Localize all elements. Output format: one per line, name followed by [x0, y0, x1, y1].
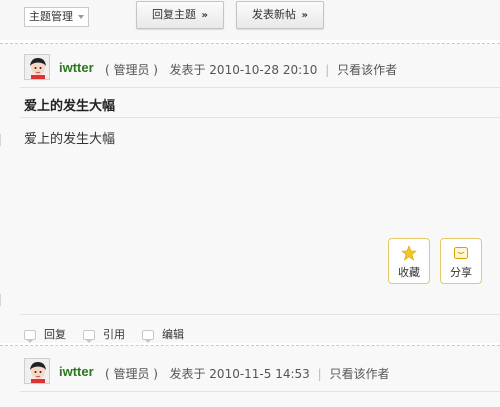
double-chevron-icon: »: [301, 10, 308, 21]
posted-prefix: 发表于: [169, 367, 206, 381]
edit-link[interactable]: 编辑: [142, 326, 184, 343]
new-post-button[interactable]: 发表新帖 »: [236, 1, 324, 29]
reply-link[interactable]: 回复: [24, 326, 66, 343]
author-role: ( 管理员 ): [105, 367, 158, 381]
chevron-down-icon: [78, 15, 84, 19]
post-meta: ( 管理员 ) 发表于 2010-11-5 14:53 | 只看该作者: [105, 365, 390, 382]
post-datetime: 2010-11-5 14:53: [209, 367, 310, 381]
edit-label: 编辑: [162, 328, 184, 341]
only-author-link[interactable]: 只看该作者: [330, 367, 390, 381]
author-role: ( 管理员 ): [105, 63, 158, 77]
favorite-label: 收藏: [398, 266, 420, 279]
share-button[interactable]: 分享: [440, 238, 482, 284]
quote-icon: [83, 330, 95, 343]
divider: [20, 87, 500, 88]
reply-topic-button[interactable]: 回复主题 »: [136, 1, 224, 29]
meta-separator: |: [317, 367, 322, 381]
meta-separator: |: [325, 63, 330, 77]
quote-link[interactable]: 引用: [83, 326, 125, 343]
share-icon: [454, 247, 468, 259]
thread-toolbar: 主题管理 回复主题 » 发表新帖 »: [0, 0, 500, 40]
post-datetime: 2010-10-28 20:10: [209, 63, 318, 77]
share-label: 分享: [450, 266, 472, 279]
divider: [0, 43, 500, 44]
topic-manage-label: 主题管理: [29, 10, 73, 23]
reply-topic-label: 回复主题: [152, 8, 197, 21]
topic-manage-select[interactable]: 主题管理: [24, 7, 89, 27]
post-1: [0, 44, 500, 343]
divider-notch: [0, 134, 3, 146]
post-body: 爱上的发生大幅: [24, 132, 116, 147]
author-link[interactable]: iwtter: [59, 364, 94, 379]
divider: [20, 117, 500, 118]
edit-icon: [142, 330, 154, 343]
quote-label: 引用: [103, 328, 125, 341]
post-meta: ( 管理员 ) 发表于 2010-10-28 20:10 | 只看该作者: [105, 61, 397, 78]
author-link[interactable]: iwtter: [59, 60, 94, 75]
only-author-link[interactable]: 只看该作者: [337, 63, 397, 77]
favorite-button[interactable]: 收藏: [388, 238, 430, 284]
divider: [20, 314, 500, 315]
avatar-icon: [25, 55, 49, 79]
avatar[interactable]: [24, 358, 50, 384]
divider: [20, 391, 500, 392]
avatar-icon: [25, 359, 49, 383]
double-chevron-icon: »: [201, 10, 208, 21]
reply-icon: [24, 330, 36, 343]
divider-notch: [0, 294, 3, 306]
posted-prefix: 发表于: [169, 63, 206, 77]
avatar[interactable]: [24, 54, 50, 80]
new-post-label: 发表新帖: [252, 8, 297, 21]
reply-label: 回复: [44, 328, 66, 341]
post-title: 爱上的发生大幅: [24, 99, 116, 114]
star-icon: [401, 245, 417, 261]
